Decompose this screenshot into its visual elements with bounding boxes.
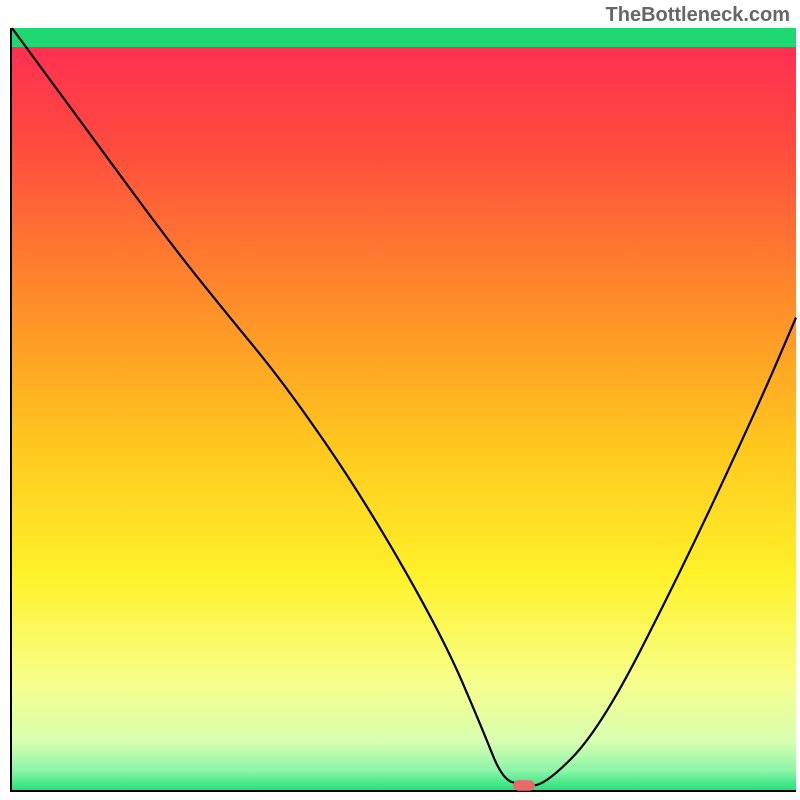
chart-container: TheBottleneck.com — [0, 0, 800, 800]
bottleneck-chart — [0, 0, 800, 800]
optimal-marker — [513, 780, 535, 791]
green-baseline-band — [12, 28, 796, 47]
axis-left — [10, 28, 12, 792]
axis-bottom — [10, 790, 796, 792]
gradient-background — [12, 28, 796, 790]
